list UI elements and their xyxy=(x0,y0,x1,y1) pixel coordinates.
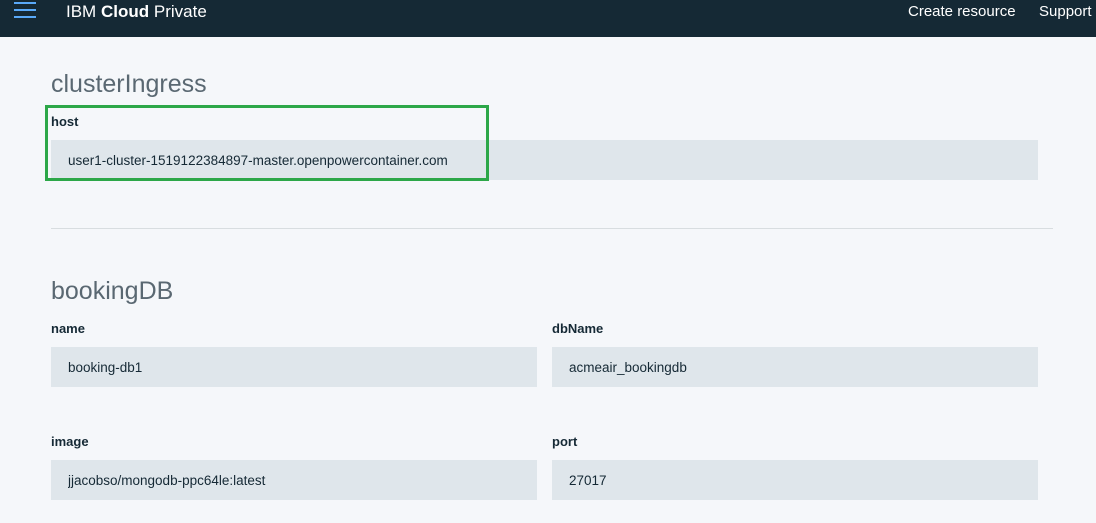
port-label: port xyxy=(552,434,578,449)
app-title-suffix: Private xyxy=(153,2,207,21)
app-title[interactable]: IBM Cloud Private xyxy=(66,3,207,21)
section-divider xyxy=(51,228,1053,229)
host-label: host xyxy=(51,114,79,129)
dbname-label: dbName xyxy=(552,321,604,336)
app-title-bold: Cloud xyxy=(100,2,150,21)
top-navigation-bar: IBM Cloud Private Create resource Suppor… xyxy=(0,0,1096,37)
name-input[interactable] xyxy=(51,347,537,387)
image-input[interactable] xyxy=(51,460,537,500)
dbname-input[interactable] xyxy=(552,347,1038,387)
image-label: image xyxy=(51,434,89,449)
section-title-bookingdb: bookingDB xyxy=(51,277,174,305)
app-title-prefix: IBM xyxy=(66,2,97,21)
hamburger-menu-icon[interactable] xyxy=(14,2,36,18)
main-content: clusterIngress host bookingDB name dbNam… xyxy=(0,37,1096,523)
support-link[interactable]: Support xyxy=(1039,3,1092,21)
create-resource-link[interactable]: Create resource xyxy=(908,3,1016,21)
section-title-clusteringress: clusterIngress xyxy=(51,70,207,98)
host-input[interactable] xyxy=(51,140,1038,180)
name-label: name xyxy=(51,321,85,336)
port-input[interactable] xyxy=(552,460,1038,500)
